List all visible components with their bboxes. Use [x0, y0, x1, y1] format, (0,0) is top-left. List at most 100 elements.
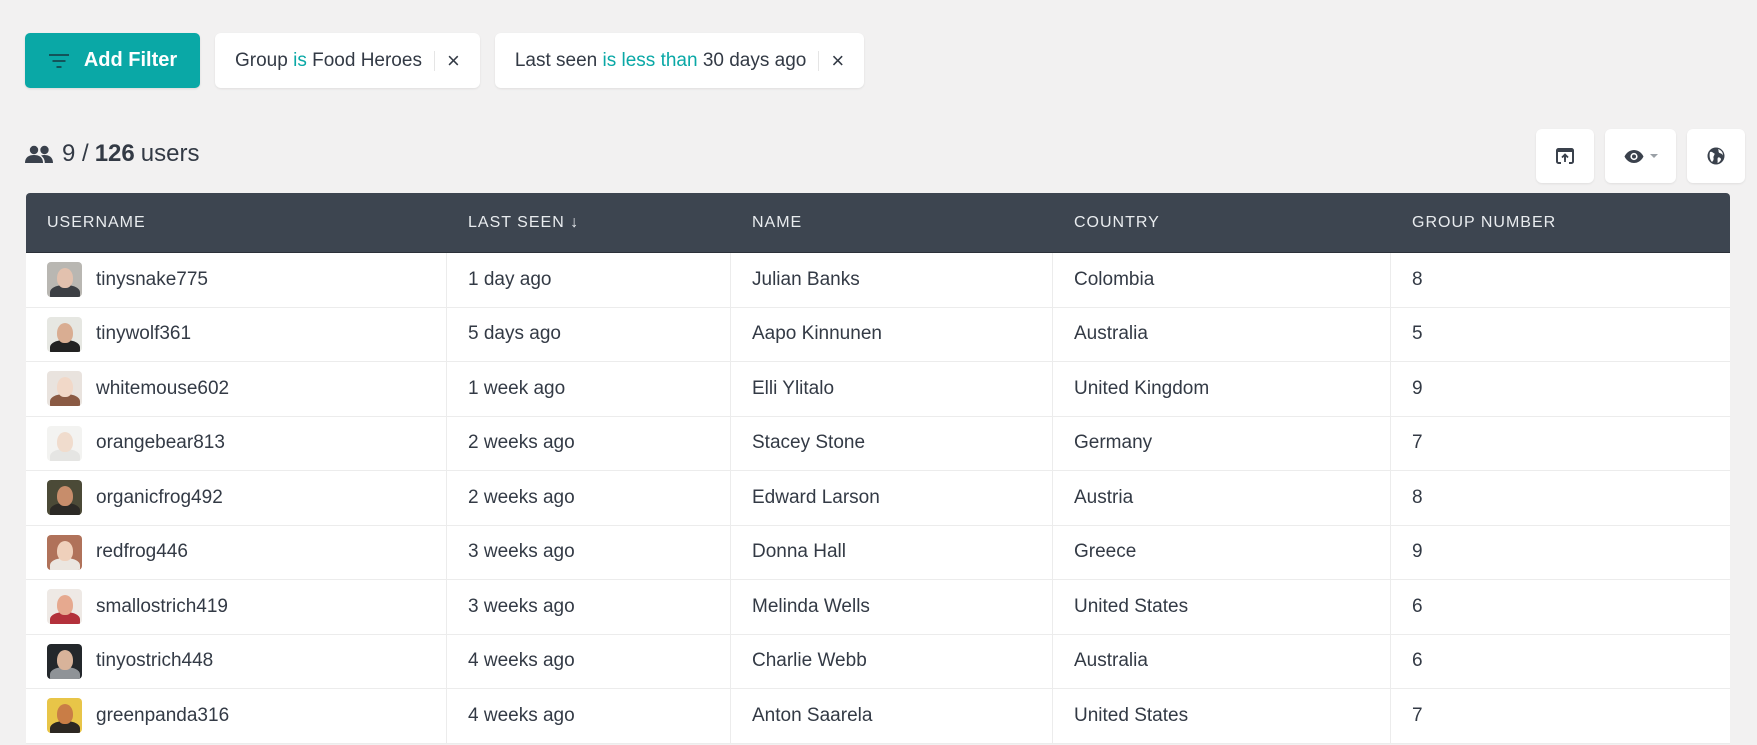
country-cell: United States [1053, 689, 1391, 743]
username-cell: organicfrog492 [26, 471, 447, 525]
add-filter-label: Add Filter [83, 49, 178, 71]
table-header: USERNAME LAST SEEN ↓ NAME COUNTRY GROUP … [26, 193, 1730, 253]
column-header-group-number[interactable]: GROUP NUMBER [1391, 193, 1730, 252]
country-cell: Germany [1053, 416, 1391, 470]
avatar [47, 534, 82, 570]
name-cell: Julian Banks [731, 253, 1053, 307]
avatar [47, 425, 82, 461]
name-cell: Melinda Wells [731, 580, 1053, 634]
country-cell: Colombia [1053, 253, 1391, 307]
country-cell: Greece [1053, 525, 1391, 579]
last-seen-cell: 1 day ago [447, 253, 731, 307]
table-row[interactable]: smallostrich419 3 weeks ago Melinda Well… [26, 580, 1730, 635]
table-row[interactable]: whitemouse602 1 week ago Elli Ylitalo Un… [26, 362, 1730, 417]
export-button[interactable] [1536, 129, 1594, 183]
username[interactable]: tinysnake775 [96, 269, 208, 291]
table-row[interactable]: greenpanda316 4 weeks ago Anton Saarela … [26, 689, 1730, 744]
count-separator: / [82, 140, 89, 167]
username-cell: tinyostrich448 [26, 634, 447, 688]
table-row[interactable]: redfrog446 3 weeks ago Donna Hall Greece… [26, 525, 1730, 580]
column-header-username[interactable]: USERNAME [26, 193, 447, 252]
table-toolbar [1536, 129, 1745, 183]
last-seen-cell: 2 weeks ago [447, 471, 731, 525]
username-cell: whitemouse602 [26, 362, 447, 416]
username-cell: tinywolf361 [26, 307, 447, 361]
last-seen-cell: 1 week ago [447, 362, 731, 416]
username[interactable]: tinyostrich448 [96, 650, 213, 672]
group-number-cell: 5 [1412, 323, 1423, 345]
country-cell: United States [1053, 580, 1391, 634]
username[interactable]: redfrog446 [96, 541, 188, 563]
username[interactable]: smallostrich419 [96, 596, 228, 618]
users-icon [25, 145, 53, 163]
group-number-cell: 8 [1412, 268, 1423, 290]
table-row[interactable]: tinyostrich448 4 weeks ago Charlie Webb … [26, 634, 1730, 689]
group-number-cell: 6 [1412, 595, 1423, 617]
username-cell: redfrog446 [26, 525, 447, 579]
username[interactable]: orangebear813 [96, 432, 225, 454]
column-header-country[interactable]: COUNTRY [1053, 193, 1391, 252]
avatar [47, 643, 82, 679]
avatar [47, 589, 82, 625]
username[interactable]: greenpanda316 [96, 705, 229, 727]
chevron-down-icon [1649, 154, 1658, 158]
user-count: 9 /126 users [25, 140, 199, 168]
country-cell: United Kingdom [1053, 362, 1391, 416]
table-row[interactable]: orangebear813 2 weeks ago Stacey Stone G… [26, 416, 1730, 471]
last-seen-cell: 4 weeks ago [447, 689, 731, 743]
globe-button[interactable] [1687, 129, 1745, 183]
count-unit: users [140, 140, 200, 167]
avatar [47, 480, 82, 516]
country-cell: Australia [1053, 307, 1391, 361]
filter-value: 30 days ago [702, 49, 807, 71]
last-seen-cell: 2 weeks ago [447, 416, 731, 470]
table-row[interactable]: tinywolf361 5 days ago Aapo Kinnunen Aus… [26, 307, 1730, 362]
name-cell: Charlie Webb [731, 634, 1053, 688]
name-cell: Elli Ylitalo [731, 362, 1053, 416]
column-header-name[interactable]: NAME [731, 193, 1053, 252]
name-cell: Edward Larson [731, 471, 1053, 525]
filter-operator: is less than [602, 49, 698, 71]
username[interactable]: organicfrog492 [96, 487, 223, 509]
avatar [47, 316, 82, 352]
filter-operator: is [293, 49, 307, 71]
filter-chip-last-seen[interactable]: Last seen is less than 30 days ago × [494, 33, 865, 88]
table-row[interactable]: organicfrog492 2 weeks ago Edward Larson… [26, 471, 1730, 526]
avatar [47, 262, 82, 298]
chip-divider [818, 50, 820, 71]
filter-icon [48, 53, 70, 68]
add-filter-button[interactable]: Add Filter [25, 33, 200, 88]
filter-value: Food Heroes [312, 49, 422, 71]
remove-filter-icon[interactable]: × [831, 49, 844, 72]
last-seen-cell: 3 weeks ago [447, 580, 731, 634]
last-seen-cell: 3 weeks ago [447, 525, 731, 579]
globe-icon [1707, 147, 1725, 165]
table-row[interactable]: tinysnake775 1 day ago Julian Banks Colo… [26, 253, 1730, 308]
country-cell: Australia [1053, 634, 1391, 688]
group-number-cell: 7 [1412, 432, 1423, 454]
username[interactable]: whitemouse602 [96, 378, 229, 400]
column-header-last-seen[interactable]: LAST SEEN ↓ [447, 193, 731, 252]
username-cell: orangebear813 [26, 416, 447, 470]
name-cell: Donna Hall [731, 525, 1053, 579]
username-cell: greenpanda316 [26, 689, 447, 743]
group-number-cell: 9 [1412, 377, 1423, 399]
chip-divider [433, 50, 435, 71]
table-body: tinysnake775 1 day ago Julian Banks Colo… [26, 253, 1730, 744]
last-seen-cell: 5 days ago [447, 307, 731, 361]
filter-field: Last seen [514, 49, 598, 71]
group-number-cell: 7 [1412, 704, 1423, 726]
username-cell: smallostrich419 [26, 580, 447, 634]
avatar [47, 371, 82, 407]
username[interactable]: tinywolf361 [96, 323, 191, 345]
filter-field: Group [235, 49, 288, 71]
column-visibility-button[interactable] [1605, 129, 1676, 183]
name-cell: Aapo Kinnunen [731, 307, 1053, 361]
remove-filter-icon[interactable]: × [447, 49, 460, 72]
name-cell: Stacey Stone [731, 416, 1053, 470]
shown-count: 9 [62, 140, 76, 167]
last-seen-cell: 4 weeks ago [447, 634, 731, 688]
filter-chip-group[interactable]: Group is Food Heroes × [215, 33, 480, 88]
avatar [47, 698, 82, 734]
country-cell: Austria [1053, 471, 1391, 525]
